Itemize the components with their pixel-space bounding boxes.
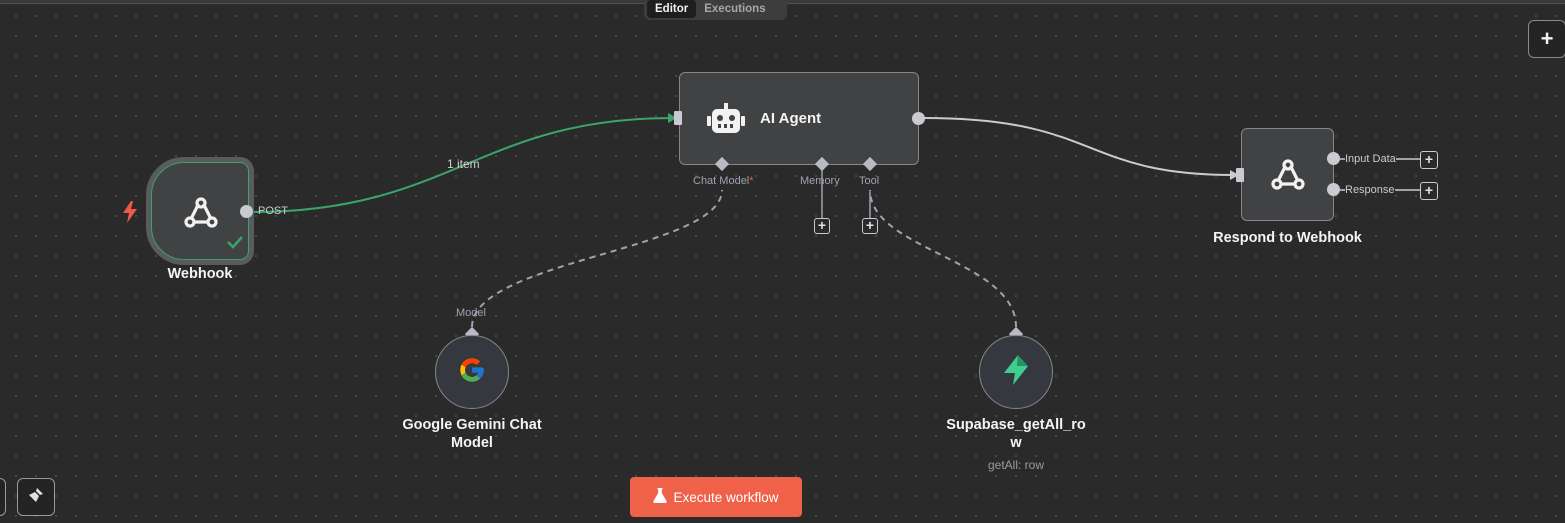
ai-agent-output-handle[interactable]: [912, 112, 925, 125]
flask-icon: [653, 488, 668, 506]
ai-agent-title: AI Agent: [760, 110, 822, 127]
response-output-handle[interactable]: [1327, 183, 1340, 196]
tool-label: Tool: [859, 175, 880, 187]
supabase-node[interactable]: [979, 335, 1053, 409]
add-response-node-button[interactable]: +: [1420, 182, 1438, 200]
robot-icon: [707, 103, 745, 140]
required-marker: *: [749, 175, 754, 187]
add-memory-button[interactable]: +: [814, 218, 830, 234]
gemini-title-line2: Model: [451, 435, 493, 451]
respond-webhook-node[interactable]: [1241, 128, 1334, 221]
zoom-control-button[interactable]: [0, 478, 6, 516]
gemini-model-label: Model: [456, 307, 486, 319]
ai-agent-node[interactable]: AI Agent: [679, 72, 919, 165]
supabase-title-line2: w: [1010, 435, 1022, 451]
lightning-icon: [123, 201, 137, 228]
broom-icon: [28, 487, 44, 508]
gemini-node[interactable]: [435, 335, 509, 409]
checkmark-icon: [227, 235, 243, 254]
webhook-title: Webhook: [167, 266, 233, 282]
add-node-button[interactable]: +: [1528, 20, 1565, 58]
gemini-title: Google Gemini Chat Model: [372, 416, 572, 452]
edge-gemini-to-agent: [471, 189, 723, 328]
response-label: Response: [1345, 184, 1395, 196]
edge-agent-to-respond: [923, 117, 1235, 176]
webhook-icon: [1268, 155, 1308, 200]
tidy-up-button[interactable]: [17, 478, 55, 516]
webhook-output-handle[interactable]: [240, 205, 253, 218]
webhook-node[interactable]: [146, 157, 254, 265]
supabase-bolt-icon: [1002, 354, 1030, 390]
respond-input-handle[interactable]: [1236, 168, 1244, 182]
workflow-canvas[interactable]: Editor Executions 1 item POST Webhook AI…: [0, 0, 1565, 523]
memory-label: Memory: [800, 175, 840, 187]
ai-agent-input-handle[interactable]: [674, 111, 682, 125]
supabase-subtitle: getAll: row: [987, 458, 1045, 472]
gemini-title-line1: Google Gemini Chat: [402, 417, 542, 433]
edge-item-count: 1 item: [447, 157, 480, 171]
webhook-icon: [181, 193, 221, 238]
supabase-title-line1: Supabase_getAll_ro: [946, 417, 1086, 433]
chat-model-label: Chat Model*: [693, 175, 754, 187]
input-data-output-handle[interactable]: [1327, 152, 1340, 165]
chat-model-text: Chat Model: [693, 175, 750, 187]
add-tool-button[interactable]: +: [862, 218, 878, 234]
plus-icon: +: [1540, 26, 1554, 51]
add-input-data-node-button[interactable]: +: [1420, 151, 1438, 169]
edge-supabase-to-agent: [869, 189, 1017, 328]
google-g-icon: [458, 356, 486, 389]
webhook-method-label: POST: [258, 205, 288, 217]
execute-workflow-button[interactable]: Execute workflow: [630, 477, 802, 517]
respond-webhook-title: Respond to Webhook: [1213, 230, 1362, 246]
input-data-label: Input Data: [1345, 153, 1396, 165]
execute-workflow-label: Execute workflow: [673, 489, 779, 505]
supabase-title: Supabase_getAll_ro w: [916, 416, 1116, 452]
